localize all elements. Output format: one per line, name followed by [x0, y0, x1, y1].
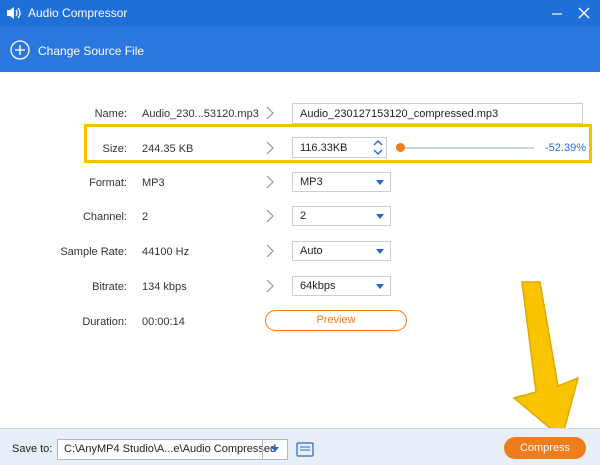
close-icon[interactable] — [575, 4, 593, 22]
source-channel: 2 — [142, 211, 149, 223]
chevron-down-icon — [376, 284, 384, 289]
size-label: Size: — [102, 143, 127, 155]
save-to-label: Save to: — [12, 443, 53, 455]
bitrate-select[interactable]: 64kbps — [292, 276, 391, 296]
bitrate-select-value: 64kbps — [300, 280, 336, 292]
size-stepper-icon[interactable] — [370, 137, 386, 158]
bitrate-label: Bitrate: — [92, 281, 127, 293]
duration-label: Duration: — [82, 316, 127, 328]
chevron-right-icon — [266, 141, 274, 155]
chevron-right-icon — [266, 279, 274, 293]
compress-button[interactable]: Compress — [504, 437, 586, 459]
compression-slider-track[interactable] — [400, 147, 534, 149]
window-title: Audio Compressor — [28, 6, 128, 20]
chevron-down-icon — [376, 249, 384, 254]
change-source-file-button[interactable]: Change Source File — [38, 44, 144, 58]
format-select[interactable]: MP3 — [292, 172, 391, 192]
source-duration: 00:00:14 — [142, 316, 185, 328]
channel-label: Channel: — [82, 211, 127, 223]
format-select-value: MP3 — [300, 176, 323, 188]
save-path-dropdown-button[interactable] — [262, 440, 287, 459]
preview-button[interactable]: Preview — [265, 310, 407, 331]
output-name-field[interactable]: Audio_230127153120_compressed.mp3 — [292, 103, 583, 124]
name-label: Name: — [94, 108, 127, 120]
arrow-annotation-icon — [512, 281, 580, 440]
chevron-right-icon — [266, 106, 274, 120]
chevron-down-icon — [376, 180, 384, 185]
compression-slider-handle[interactable] — [396, 143, 405, 152]
folder-icon[interactable] — [296, 441, 314, 457]
format-label: Format: — [89, 177, 127, 189]
source-bitrate: 134 kbps — [142, 281, 187, 293]
save-path-field[interactable]: C:\AnyMP4 Studio\A...e\Audio Compressed — [57, 439, 288, 460]
source-format: MP3 — [142, 177, 165, 189]
chevron-down-icon — [376, 214, 384, 219]
chevron-right-icon — [266, 244, 274, 258]
sample-rate-select[interactable]: Auto — [292, 241, 391, 261]
add-circle-icon[interactable] — [10, 40, 30, 60]
source-sample-rate: 44100 Hz — [142, 246, 190, 258]
source-name: Audio_230...53120.mp3 — [142, 108, 259, 120]
sample-rate-select-value: Auto — [300, 245, 323, 257]
audio-compressor-window: Audio Compressor Change Source File Name… — [0, 0, 600, 465]
channel-select[interactable]: 2 — [292, 206, 391, 226]
minimize-icon[interactable] — [549, 5, 565, 21]
chevron-right-icon — [266, 209, 274, 223]
size-change-percent: -52.39% — [545, 142, 586, 154]
toolbar: Change Source File — [0, 27, 600, 72]
chevron-right-icon — [266, 175, 274, 189]
channel-select-value: 2 — [300, 210, 307, 222]
source-size: 244.35 KB — [142, 143, 194, 155]
sample-rate-label: Sample Rate: — [60, 246, 127, 258]
title-bar: Audio Compressor — [0, 0, 600, 27]
speaker-icon — [7, 7, 21, 19]
